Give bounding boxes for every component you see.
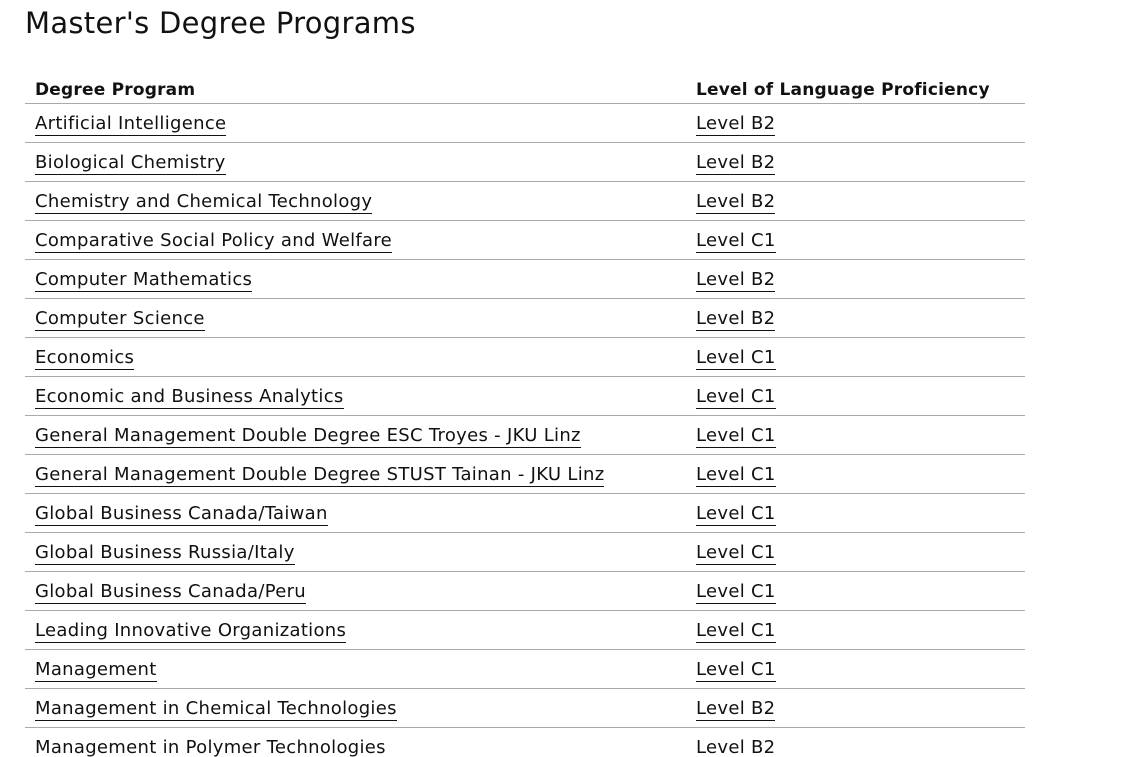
table-row: General Management Double Degree ESC Tro… <box>25 415 1025 455</box>
program-link[interactable]: Global Business Canada/Peru <box>35 580 306 604</box>
program-cell: Management in Chemical Technologies <box>25 688 686 728</box>
language-level-cell: Level C1 <box>686 532 1025 572</box>
table-row: Global Business Canada/Peru Level C1 <box>25 571 1025 611</box>
language-level-cell: Level B2 <box>686 298 1025 338</box>
language-level-link[interactable]: Level C1 <box>696 424 776 448</box>
language-level-cell: Level C1 <box>686 649 1025 689</box>
language-level-cell: Level C1 <box>686 571 1025 611</box>
language-level-link[interactable]: Level C1 <box>696 463 776 487</box>
program-cell: General Management Double Degree STUST T… <box>25 454 686 494</box>
program-cell: General Management Double Degree ESC Tro… <box>25 415 686 455</box>
program-cell: Computer Mathematics <box>25 259 686 299</box>
language-level-link[interactable]: Level C1 <box>696 580 776 604</box>
table-row: Chemistry and Chemical Technology Level B… <box>25 181 1025 221</box>
column-header-degree-program: Degree Program <box>25 76 686 104</box>
language-level-link[interactable]: Level B2 <box>696 151 776 175</box>
language-level-link[interactable]: Level B2 <box>696 737 775 757</box>
table-row: Biological Chemistry Level B2 <box>25 142 1025 182</box>
program-link[interactable]: Global Business Russia/Italy <box>35 541 295 565</box>
degree-programs-table: Degree Program Level of Language Profici… <box>25 76 1025 757</box>
language-level-cell: Level C1 <box>686 415 1025 455</box>
language-level-cell: Level B2 <box>686 728 1025 757</box>
table-row: Economic and Business Analytics Level C1 <box>25 376 1025 416</box>
program-cell: Chemistry and Chemical Technology <box>25 181 686 221</box>
program-link[interactable]: Management <box>35 658 157 682</box>
program-cell: Leading Innovative Organizations <box>25 610 686 650</box>
program-link[interactable]: Computer Mathematics <box>35 268 253 292</box>
table-row: Leading Innovative Organizations Level C1 <box>25 610 1025 650</box>
language-level-cell: Level C1 <box>686 376 1025 416</box>
table-row: Global Business Russia/Italy Level C1 <box>25 532 1025 572</box>
table-row: Computer Science Level B2 <box>25 298 1025 338</box>
page: Master's Degree Programs Degree Program … <box>0 0 1133 757</box>
language-level-cell: Level B2 <box>686 259 1025 299</box>
language-level-cell: Level B2 <box>686 181 1025 221</box>
program-link[interactable]: Management in Chemical Technologies <box>35 697 397 721</box>
language-level-link[interactable]: Level C1 <box>696 619 776 643</box>
program-cell: Economic and Business Analytics <box>25 376 686 416</box>
program-cell: Global Business Canada/Peru <box>25 571 686 611</box>
program-cell: Global Business Canada/Taiwan <box>25 493 686 533</box>
program-link[interactable]: Economics <box>35 346 135 370</box>
program-link[interactable]: General Management Double Degree STUST T… <box>35 463 605 487</box>
table-row: Artificial Intelligence Level B2 <box>25 103 1025 143</box>
program-link[interactable]: General Management Double Degree ESC Tro… <box>35 424 581 448</box>
language-level-cell: Level B2 <box>686 688 1025 728</box>
table-row: Economics Level C1 <box>25 337 1025 377</box>
language-level-cell: Level C1 <box>686 337 1025 377</box>
language-level-cell: Level C1 <box>686 454 1025 494</box>
program-link[interactable]: Biological Chemistry <box>35 151 226 175</box>
program-link[interactable]: Management in Polymer Technologies <box>35 737 386 757</box>
language-level-link[interactable]: Level C1 <box>696 346 776 370</box>
language-level-cell: Level C1 <box>686 220 1025 260</box>
program-cell: Global Business Russia/Italy <box>25 532 686 572</box>
program-cell: Artificial Intelligence <box>25 103 686 143</box>
language-level-link[interactable]: Level B2 <box>696 268 776 292</box>
program-cell: Computer Science <box>25 298 686 338</box>
table-row: Global Business Canada/Taiwan Level C1 <box>25 493 1025 533</box>
language-level-link[interactable]: Level B2 <box>696 112 776 136</box>
language-level-link[interactable]: Level C1 <box>696 541 776 565</box>
table-row: Comparative Social Policy and Welfare Lev… <box>25 220 1025 260</box>
column-header-language-level: Level of Language Proficiency <box>686 76 1025 104</box>
language-level-link[interactable]: Level B2 <box>696 307 776 331</box>
program-cell: Biological Chemistry <box>25 142 686 182</box>
language-level-link[interactable]: Level C1 <box>696 385 776 409</box>
program-link[interactable]: Leading Innovative Organizations <box>35 619 347 643</box>
language-level-link[interactable]: Level C1 <box>696 229 776 253</box>
language-level-link[interactable]: Level C1 <box>696 658 776 682</box>
page-title: Master's Degree Programs <box>25 6 416 40</box>
program-cell: Management in Polymer Technologies <box>25 728 686 757</box>
program-link[interactable]: Comparative Social Policy and Welfare <box>35 229 393 253</box>
language-level-link[interactable]: Level C1 <box>696 502 776 526</box>
program-link[interactable]: Chemistry and Chemical Technology <box>35 190 373 214</box>
table-row: Management in Chemical Technologies Level… <box>25 688 1025 728</box>
language-level-cell: Level B2 <box>686 142 1025 182</box>
program-link[interactable]: Global Business Canada/Taiwan <box>35 502 328 526</box>
table-header-row: Degree Program Level of Language Profici… <box>25 76 1025 104</box>
table-row: Management in Polymer Technologies Level … <box>25 728 1025 757</box>
program-cell: Economics <box>25 337 686 377</box>
program-cell: Comparative Social Policy and Welfare <box>25 220 686 260</box>
program-link[interactable]: Artificial Intelligence <box>35 112 227 136</box>
language-level-link[interactable]: Level B2 <box>696 697 776 721</box>
table-row: General Management Double Degree STUST T… <box>25 454 1025 494</box>
language-level-cell: Level C1 <box>686 493 1025 533</box>
program-link[interactable]: Economic and Business Analytics <box>35 385 344 409</box>
program-cell: Management <box>25 649 686 689</box>
language-level-link[interactable]: Level B2 <box>696 190 776 214</box>
table-row: Management Level C1 <box>25 649 1025 689</box>
language-level-cell: Level B2 <box>686 103 1025 143</box>
program-link[interactable]: Computer Science <box>35 307 205 331</box>
table-row: Computer Mathematics Level B2 <box>25 259 1025 299</box>
language-level-cell: Level C1 <box>686 610 1025 650</box>
